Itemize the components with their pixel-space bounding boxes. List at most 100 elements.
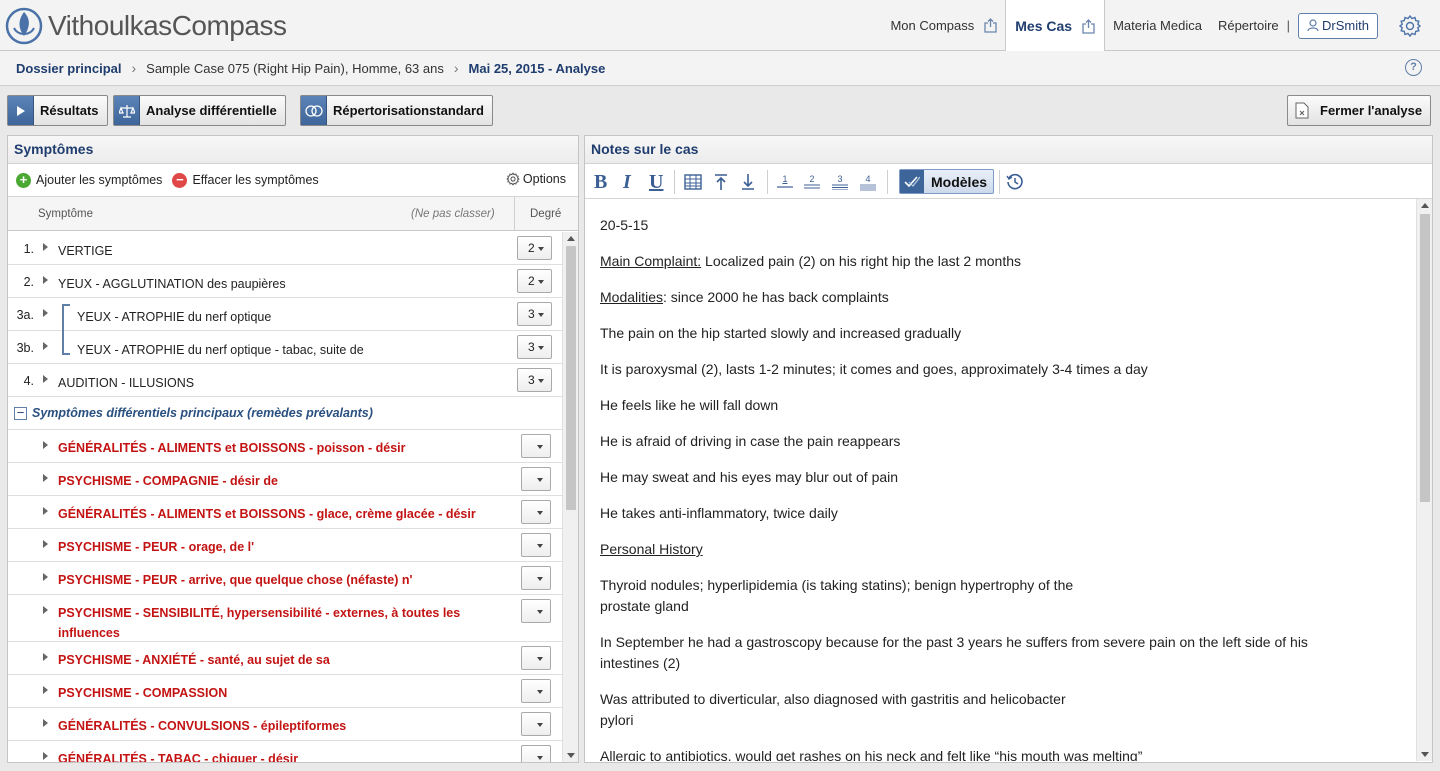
user-menu-button[interactable]: DrSmith — [1298, 12, 1378, 39]
add-symptoms-button[interactable]: + Ajouter les symptômes — [16, 172, 162, 188]
nav-materia-medica[interactable]: Materia Medica — [1105, 0, 1210, 51]
options-button[interactable]: Options — [506, 172, 566, 186]
standard-repertorisation-button[interactable]: Répertorisationstandard — [300, 95, 493, 126]
notes-editor[interactable]: 20-5-15 Main Complaint: Localized pain (… — [585, 199, 1415, 761]
expand-arrow-icon[interactable] — [43, 719, 48, 727]
differential-symptom-row[interactable]: GÉNÉRALITÉS - ALIMENTS et BOISSONS - poi… — [8, 430, 562, 463]
differential-symptom-row[interactable]: PSYCHISME - SENSIBILITÉ, hypersensibilit… — [8, 595, 562, 642]
align-top-icon[interactable] — [713, 170, 729, 194]
scroll-down-arrow-icon[interactable] — [1421, 752, 1429, 757]
heading-1-button[interactable]: 1 — [777, 170, 793, 194]
symptom-row[interactable]: 4. AUDITION - ILLUSIONS 3 — [8, 364, 562, 397]
expand-arrow-icon[interactable] — [43, 573, 48, 581]
degree-dropdown[interactable] — [521, 434, 551, 458]
breadcrumb-root[interactable]: Dossier principal — [16, 61, 121, 76]
settings-gear-icon[interactable] — [1398, 14, 1422, 38]
nav-mon-compass[interactable]: Mon Compass — [882, 0, 1005, 51]
differential-symptom-row[interactable]: PSYCHISME - ANXIÉTÉ - santé, au sujet de… — [8, 642, 562, 675]
symptom-row[interactable]: 3b. YEUX - ATROPHIE du nerf optique - ta… — [8, 331, 562, 364]
clear-symptoms-button[interactable]: − Effacer les symptômes — [172, 172, 319, 188]
note-main-label: Main Complaint: — [600, 253, 702, 269]
degree-dropdown[interactable] — [521, 646, 551, 670]
scroll-down-arrow-icon[interactable] — [567, 753, 575, 758]
degree-dropdown[interactable] — [521, 599, 551, 623]
table-icon[interactable] — [684, 170, 702, 194]
degree-dropdown[interactable] — [521, 566, 551, 590]
heading-4-button[interactable]: 4 — [860, 170, 876, 194]
symptom-row[interactable]: 1. VERTIGE 2 — [8, 232, 562, 265]
degree-dropdown[interactable] — [521, 745, 551, 762]
degree-dropdown[interactable] — [521, 679, 551, 703]
degree-dropdown[interactable] — [521, 500, 551, 524]
expand-arrow-icon[interactable] — [43, 276, 48, 284]
expand-arrow-icon[interactable] — [43, 243, 48, 251]
share-icon[interactable] — [1082, 18, 1095, 34]
expand-arrow-icon[interactable] — [43, 342, 48, 350]
expand-arrow-icon[interactable] — [43, 606, 48, 614]
differential-symptom-row[interactable]: GÉNÉRALITÉS - ALIMENTS et BOISSONS - gla… — [8, 496, 562, 529]
expand-arrow-icon[interactable] — [43, 309, 48, 317]
heading-2-button[interactable]: 2 — [804, 170, 820, 194]
degree-dropdown[interactable] — [521, 533, 551, 557]
differential-symptom-row[interactable]: GÉNÉRALITÉS - CONVULSIONS - épileptiform… — [8, 708, 562, 741]
expand-arrow-icon[interactable] — [43, 540, 48, 548]
scrollbar-thumb[interactable] — [1420, 214, 1430, 502]
nav-mes-cas[interactable]: Mes Cas — [1005, 0, 1106, 52]
scrollbar-thumb[interactable] — [566, 246, 576, 510]
help-icon[interactable]: ? — [1405, 59, 1422, 76]
compass-logo-icon — [5, 7, 43, 45]
expand-arrow-icon[interactable] — [43, 507, 48, 515]
nav-repertoire[interactable]: Répertoire — [1210, 0, 1287, 51]
app-logo[interactable]: VithoulkasCompass — [4, 5, 287, 47]
clear-symptoms-label: Effacer les symptômes — [192, 173, 319, 187]
symptom-row[interactable]: 3a. YEUX - ATROPHIE du nerf optique 3 — [8, 298, 562, 331]
degree-dropdown[interactable]: 3 — [517, 302, 552, 326]
differential-group-header[interactable]: − Symptômes différentiels principaux (re… — [8, 397, 562, 430]
notes-scrollbar[interactable] — [1416, 199, 1432, 761]
column-degree[interactable]: Degré — [514, 197, 572, 230]
breadcrumb-case[interactable]: Sample Case 075 (Right Hip Pain), Homme,… — [146, 61, 444, 76]
differential-symptom-row[interactable]: PSYCHISME - COMPASSION — [8, 675, 562, 708]
expand-arrow-icon[interactable] — [43, 653, 48, 661]
scroll-up-arrow-icon[interactable] — [1421, 203, 1429, 208]
symptoms-panel: Symptômes + Ajouter les symptômes − Effa… — [7, 135, 579, 763]
align-bottom-icon[interactable] — [740, 170, 756, 194]
expand-arrow-icon[interactable] — [43, 686, 48, 694]
degree-dropdown[interactable]: 2 — [517, 236, 552, 260]
history-clock-icon[interactable] — [1006, 170, 1024, 194]
degree-dropdown[interactable]: 2 — [517, 269, 552, 293]
heading-3-button[interactable]: 3 — [832, 170, 848, 194]
differential-symptom-row[interactable]: GÉNÉRALITÉS - TABAC - chiquer - désir — [8, 741, 562, 762]
symptom-row[interactable]: 2. YEUX - AGGLUTINATION des paupières 2 — [8, 265, 562, 298]
scroll-up-arrow-icon[interactable] — [567, 236, 575, 241]
differential-symptom-row[interactable]: PSYCHISME - PEUR - arrive, que quelque c… — [8, 562, 562, 595]
collapse-icon[interactable]: − — [14, 406, 27, 420]
underline-button[interactable]: U — [649, 170, 663, 194]
degree-dropdown[interactable] — [521, 467, 551, 491]
nav-mon-compass-label: Mon Compass — [890, 18, 975, 33]
share-icon[interactable] — [984, 18, 997, 33]
bold-button[interactable]: B — [594, 170, 607, 194]
degree-dropdown[interactable] — [521, 712, 551, 736]
degree-dropdown[interactable]: 3 — [517, 368, 552, 392]
differential-symptom-row[interactable]: PSYCHISME - PEUR - orage, de l' — [8, 529, 562, 562]
templates-button[interactable]: Modèles — [899, 169, 995, 194]
note-line-part: Thyroid nodules; hyperlipidemia (is taki… — [600, 577, 1074, 593]
differential-analysis-button[interactable]: Analyse différentielle — [113, 95, 286, 126]
degree-dropdown[interactable]: 3 — [517, 335, 552, 359]
expand-arrow-icon[interactable] — [43, 474, 48, 482]
results-button[interactable]: Résultats — [7, 95, 108, 126]
analysis-toolbar: Résultats Analyse différentielle Réperto… — [0, 86, 1440, 134]
expand-arrow-icon[interactable] — [43, 441, 48, 449]
expand-arrow-icon[interactable] — [43, 375, 48, 383]
play-icon — [8, 96, 34, 125]
differential-symptom-row[interactable]: PSYCHISME - COMPAGNIE - désir de — [8, 463, 562, 496]
close-analysis-button[interactable]: Fermer l'analyse — [1287, 95, 1432, 126]
column-symptom[interactable]: Symptôme — [38, 208, 93, 220]
italic-button[interactable]: I — [623, 170, 631, 194]
symptom-number: 1. — [23, 242, 34, 256]
symptoms-scrollbar[interactable] — [562, 232, 578, 762]
symptom-text: YEUX - ATROPHIE du nerf optique - tabac,… — [77, 343, 364, 357]
case-notes-title: Notes sur le cas — [585, 136, 1432, 164]
expand-arrow-icon[interactable] — [43, 752, 48, 760]
